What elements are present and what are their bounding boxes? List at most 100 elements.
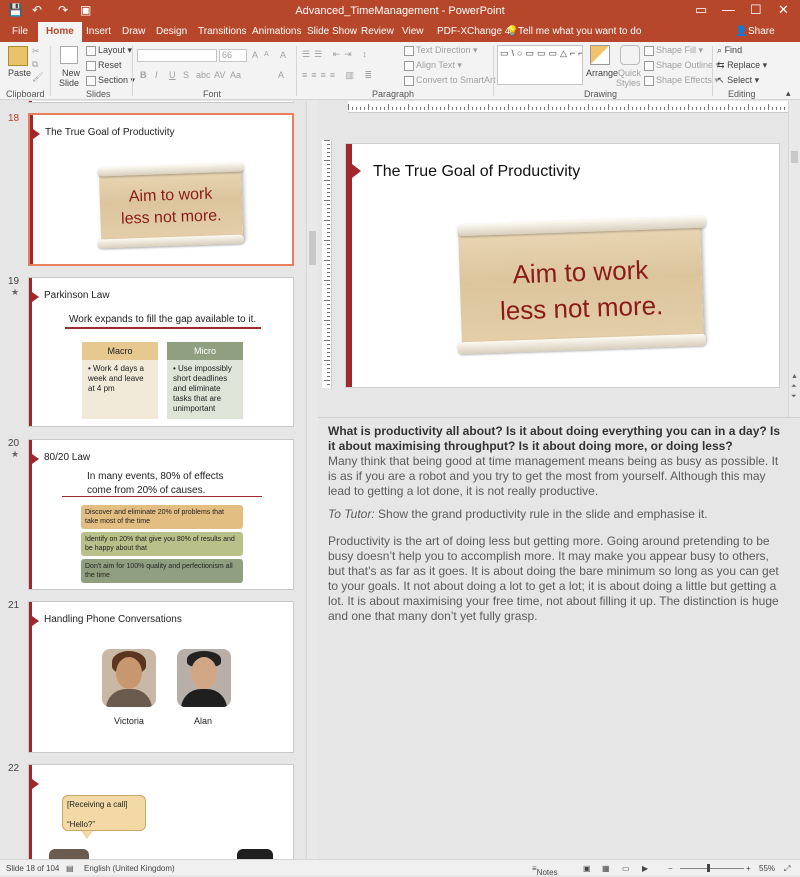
ruler-tick bbox=[748, 104, 749, 110]
tab-home[interactable]: Home bbox=[38, 22, 82, 42]
smartart-button[interactable]: Convert to SmartArt ▾ bbox=[404, 75, 503, 86]
tell-me-input[interactable]: Tell me what you want to do bbox=[518, 26, 641, 37]
tab-animations[interactable]: Animations bbox=[252, 26, 301, 37]
ruler-tick bbox=[588, 104, 589, 110]
tab-pdf-xchange[interactable]: PDF-XChange 4 bbox=[437, 26, 510, 37]
prev-slide-icon[interactable]: ⏶ bbox=[791, 383, 797, 391]
zoom-out-icon[interactable]: − bbox=[668, 864, 673, 873]
font-name-input[interactable] bbox=[137, 49, 217, 62]
ruler-tick bbox=[516, 107, 517, 110]
vertical-ruler bbox=[322, 140, 332, 388]
tab-file[interactable]: File bbox=[12, 26, 28, 37]
new-slide-button[interactable]: New bbox=[62, 68, 80, 78]
slide-thumb-19[interactable]: Parkinson Law Work expands to fill the g… bbox=[28, 277, 294, 427]
slide-scrollbar[interactable]: ▲ ⏶ ⏷ bbox=[788, 101, 800, 417]
notes-toggle-button[interactable]: ≡ Notes bbox=[532, 864, 558, 877]
ribbon-options-icon[interactable]: ▭ bbox=[695, 2, 707, 18]
ruler-tick bbox=[672, 107, 673, 110]
spacing-button[interactable]: AV bbox=[214, 70, 225, 80]
section-button[interactable]: Section ▾ bbox=[86, 75, 135, 86]
zoom-slider[interactable] bbox=[680, 868, 744, 869]
ruler-tick bbox=[324, 240, 330, 241]
ruler-tick bbox=[652, 107, 653, 110]
shadow-button[interactable]: abc bbox=[196, 70, 211, 80]
paste-icon[interactable] bbox=[8, 46, 28, 66]
scroll-image[interactable]: Aim to work less not more. bbox=[457, 215, 707, 355]
shrink-font-button[interactable]: A bbox=[264, 51, 269, 58]
zoom-in-icon[interactable]: + bbox=[746, 864, 751, 873]
tab-design[interactable]: Design bbox=[156, 26, 187, 37]
reset-button[interactable]: Reset bbox=[86, 60, 122, 71]
arrange-button[interactable]: Arrange bbox=[586, 68, 618, 78]
slide-thumb-21[interactable]: Handling Phone Conversations Victoria Al… bbox=[28, 601, 294, 753]
select-button[interactable]: ↖ Select ▾ bbox=[717, 75, 759, 86]
new-slide-label[interactable]: Slide bbox=[59, 78, 79, 88]
slide-thumb-22[interactable]: [Receiving a call] “Hello?” bbox=[28, 764, 294, 859]
collapse-ribbon-icon[interactable]: ▴ bbox=[786, 88, 791, 99]
minimize-button[interactable]: — bbox=[722, 2, 735, 17]
zoom-slider-knob[interactable] bbox=[707, 864, 710, 872]
align-buttons[interactable]: ≡≡≡≡ ▥ ≣ bbox=[302, 70, 376, 81]
copy-icon[interactable]: ⧉ bbox=[32, 59, 38, 70]
font-size-input[interactable]: 66 bbox=[219, 49, 247, 62]
main-slide[interactable]: The True Goal of Productivity Aim to wor… bbox=[345, 143, 780, 388]
tab-draw[interactable]: Draw bbox=[122, 26, 145, 37]
language-status[interactable]: English (United Kingdom) bbox=[84, 864, 175, 873]
notes-pane[interactable]: What is productivity all about? Is it ab… bbox=[318, 417, 800, 859]
slide-thumb-17[interactable] bbox=[28, 101, 294, 103]
thumbnail-scrollbar-thumb[interactable] bbox=[309, 231, 316, 265]
tab-view[interactable]: View bbox=[402, 26, 424, 37]
bold-button[interactable]: B bbox=[140, 70, 147, 80]
maximize-button[interactable]: ☐ bbox=[750, 2, 762, 18]
layout-button[interactable]: Layout ▾ bbox=[86, 45, 132, 56]
shape-effects-button[interactable]: Shape Effects ▾ bbox=[644, 75, 719, 86]
change-case-button[interactable]: Aa bbox=[230, 70, 241, 80]
tab-insert[interactable]: Insert bbox=[86, 26, 111, 37]
ruler-tick bbox=[327, 272, 330, 273]
tab-review[interactable]: Review bbox=[361, 26, 394, 37]
spellcheck-icon[interactable]: ▤ bbox=[66, 864, 74, 873]
ruler-tick bbox=[640, 107, 641, 110]
arrange-icon[interactable] bbox=[590, 45, 610, 65]
clear-format-button[interactable]: A bbox=[280, 50, 286, 60]
close-button[interactable]: ✕ bbox=[778, 2, 789, 18]
share-button[interactable]: Share bbox=[748, 26, 775, 37]
cut-icon[interactable]: ✂ bbox=[32, 46, 40, 57]
new-slide-icon[interactable] bbox=[60, 46, 78, 64]
quick-styles-label[interactable]: Styles bbox=[616, 78, 641, 88]
list-buttons[interactable]: ☰☰ ⇤⇥ ↕ bbox=[302, 49, 371, 60]
slide-sorter-icon[interactable]: ▦ bbox=[602, 864, 610, 873]
thumbnail-scrollbar[interactable] bbox=[306, 101, 318, 859]
shape-outline-button[interactable]: Shape Outline ▾ bbox=[644, 60, 720, 71]
next-slide-icon[interactable]: ⏷ bbox=[791, 393, 797, 401]
find-button[interactable]: ⌕ Find bbox=[717, 45, 742, 56]
fit-slide-icon[interactable]: ⤢ bbox=[784, 864, 790, 874]
paste-button[interactable]: Paste bbox=[8, 68, 31, 78]
ribbon: Paste ✂ ⧉ 🖌 Clipboard New Slide Layout ▾… bbox=[0, 42, 800, 100]
scroll-up-icon[interactable]: ▲ bbox=[791, 373, 798, 380]
normal-view-icon[interactable]: ▣ bbox=[583, 864, 591, 873]
zoom-level[interactable]: 55% bbox=[759, 864, 775, 873]
strike-button[interactable]: S bbox=[183, 70, 189, 80]
font-color-button[interactable]: A bbox=[278, 70, 284, 80]
slideshow-icon[interactable]: ▶ bbox=[642, 864, 648, 873]
quick-styles-button[interactable]: Quick bbox=[618, 68, 641, 78]
tab-slide-show[interactable]: Slide Show bbox=[307, 26, 357, 37]
format-painter-icon[interactable]: 🖌 bbox=[32, 72, 43, 83]
text-direction-button[interactable]: Text Direction ▾ bbox=[404, 45, 478, 56]
shapes-gallery[interactable]: ▭\○▭▭▭△⌐⌐⇨⇩☆{} bbox=[497, 45, 583, 85]
slide-title[interactable]: The True Goal of Productivity bbox=[373, 163, 580, 181]
align-text-button[interactable]: Align Text ▾ bbox=[404, 60, 462, 71]
reading-view-icon[interactable]: ▭ bbox=[622, 864, 630, 873]
ruler-tick bbox=[452, 107, 453, 110]
italic-button[interactable]: I bbox=[155, 70, 158, 80]
shape-fill-button[interactable]: Shape Fill ▾ bbox=[644, 45, 703, 56]
grow-font-button[interactable]: A bbox=[252, 50, 258, 60]
slide-scrollbar-thumb[interactable] bbox=[791, 151, 798, 163]
slide-thumb-20[interactable]: 80/20 Law In many events, 80% of effects… bbox=[28, 439, 294, 590]
quick-styles-icon[interactable] bbox=[620, 45, 640, 65]
tab-transitions[interactable]: Transitions bbox=[198, 26, 247, 37]
slide-thumb-18[interactable]: The True Goal of Productivity Aim to wor… bbox=[28, 113, 294, 266]
replace-button[interactable]: ⇆ Replace ▾ bbox=[717, 60, 767, 71]
underline-button[interactable]: U bbox=[169, 70, 176, 80]
